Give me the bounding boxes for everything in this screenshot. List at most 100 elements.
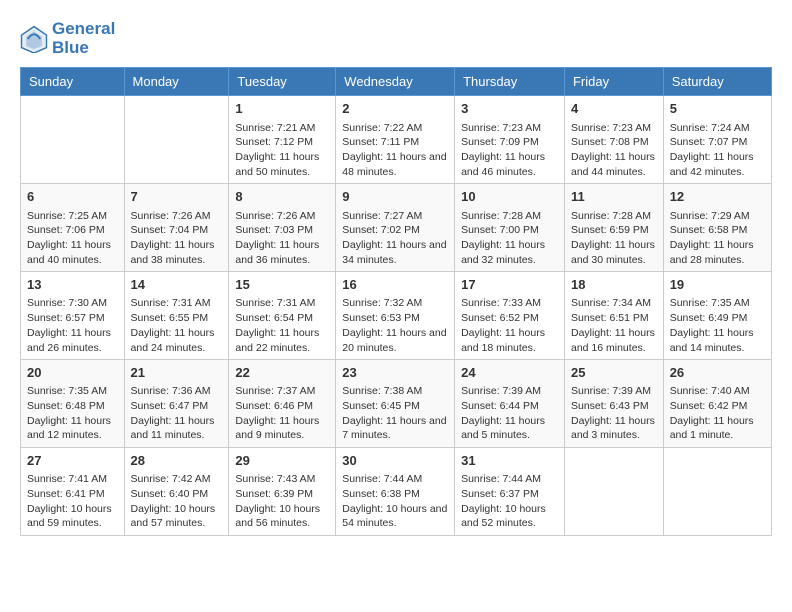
day-number: 17 <box>461 276 558 294</box>
day-number: 3 <box>461 100 558 118</box>
calendar-day-header: Monday <box>124 68 229 96</box>
logo-text: General Blue <box>52 20 115 57</box>
day-number: 30 <box>342 452 448 470</box>
day-info: Sunrise: 7:35 AM Sunset: 6:48 PM Dayligh… <box>27 384 118 443</box>
day-number: 26 <box>670 364 765 382</box>
day-number: 31 <box>461 452 558 470</box>
day-number: 11 <box>571 188 657 206</box>
day-info: Sunrise: 7:30 AM Sunset: 6:57 PM Dayligh… <box>27 296 118 355</box>
day-info: Sunrise: 7:42 AM Sunset: 6:40 PM Dayligh… <box>131 472 223 531</box>
logo: General Blue <box>20 20 115 57</box>
calendar-header-row: SundayMondayTuesdayWednesdayThursdayFrid… <box>21 68 772 96</box>
day-info: Sunrise: 7:33 AM Sunset: 6:52 PM Dayligh… <box>461 296 558 355</box>
day-number: 2 <box>342 100 448 118</box>
calendar-day-header: Friday <box>564 68 663 96</box>
calendar-cell: 9Sunrise: 7:27 AM Sunset: 7:02 PM Daylig… <box>336 184 455 272</box>
day-number: 20 <box>27 364 118 382</box>
calendar-day-header: Tuesday <box>229 68 336 96</box>
day-info: Sunrise: 7:44 AM Sunset: 6:37 PM Dayligh… <box>461 472 558 531</box>
calendar-cell: 5 Sunrise: 7:24 AM Sunset: 7:07 PM Daylig… <box>663 96 771 184</box>
day-number: 24 <box>461 364 558 382</box>
calendar-cell: 12 Sunrise: 7:29 AM Sunset: 6:58 PM Dayli… <box>663 184 771 272</box>
day-info: Sunrise: 7:41 AM Sunset: 6:41 PM Dayligh… <box>27 472 118 531</box>
calendar-cell: 10 Sunrise: 7:28 AM Sunset: 7:00 PM Dayli… <box>455 184 565 272</box>
calendar-cell <box>564 448 663 536</box>
day-number: 4 <box>571 100 657 118</box>
calendar-table: SundayMondayTuesdayWednesdayThursdayFrid… <box>20 67 772 536</box>
day-number: 15 <box>235 276 329 294</box>
calendar-day-header: Wednesday <box>336 68 455 96</box>
day-info: Sunrise: 7:34 AM Sunset: 6:51 PM Dayligh… <box>571 296 657 355</box>
day-info: Sunrise: 7:32 AM Sunset: 6:53 PM Dayligh… <box>342 296 448 355</box>
day-info: Sunrise: 7:21 AM Sunset: 7:12 PM Dayligh… <box>235 121 329 180</box>
day-info: Sunrise: 7:36 AM Sunset: 6:47 PM Dayligh… <box>131 384 223 443</box>
day-number: 10 <box>461 188 558 206</box>
day-number: 1 <box>235 100 329 118</box>
calendar-cell: 11 Sunrise: 7:28 AM Sunset: 6:59 PM Dayli… <box>564 184 663 272</box>
day-info: Sunrise: 7:22 AM Sunset: 7:11 PM Dayligh… <box>342 121 448 180</box>
calendar-cell: 14Sunrise: 7:31 AM Sunset: 6:55 PM Dayli… <box>124 272 229 360</box>
calendar-cell: 23Sunrise: 7:38 AM Sunset: 6:45 PM Dayli… <box>336 360 455 448</box>
calendar-cell: 26 Sunrise: 7:40 AM Sunset: 6:42 PM Dayli… <box>663 360 771 448</box>
day-number: 29 <box>235 452 329 470</box>
calendar-cell: 31 Sunrise: 7:44 AM Sunset: 6:37 PM Dayli… <box>455 448 565 536</box>
day-info: Sunrise: 7:38 AM Sunset: 6:45 PM Dayligh… <box>342 384 448 443</box>
day-info: Sunrise: 7:31 AM Sunset: 6:54 PM Dayligh… <box>235 296 329 355</box>
calendar-cell <box>663 448 771 536</box>
calendar-cell <box>21 96 125 184</box>
day-number: 13 <box>27 276 118 294</box>
calendar-cell: 28 Sunrise: 7:42 AM Sunset: 6:40 PM Dayli… <box>124 448 229 536</box>
day-info: Sunrise: 7:43 AM Sunset: 6:39 PM Dayligh… <box>235 472 329 531</box>
day-number: 27 <box>27 452 118 470</box>
calendar-cell: 17 Sunrise: 7:33 AM Sunset: 6:52 PM Dayli… <box>455 272 565 360</box>
day-info: Sunrise: 7:40 AM Sunset: 6:42 PM Dayligh… <box>670 384 765 443</box>
calendar-cell: 30Sunrise: 7:44 AM Sunset: 6:38 PM Dayli… <box>336 448 455 536</box>
calendar-cell: 1 Sunrise: 7:21 AM Sunset: 7:12 PM Daylig… <box>229 96 336 184</box>
day-info: Sunrise: 7:27 AM Sunset: 7:02 PM Dayligh… <box>342 209 448 268</box>
calendar-week-row: 20 Sunrise: 7:35 AM Sunset: 6:48 PM Dayli… <box>21 360 772 448</box>
day-info: Sunrise: 7:39 AM Sunset: 6:44 PM Dayligh… <box>461 384 558 443</box>
calendar-cell: 18 Sunrise: 7:34 AM Sunset: 6:51 PM Dayli… <box>564 272 663 360</box>
calendar-week-row: 13 Sunrise: 7:30 AM Sunset: 6:57 PM Dayli… <box>21 272 772 360</box>
day-info: Sunrise: 7:23 AM Sunset: 7:08 PM Dayligh… <box>571 121 657 180</box>
day-info: Sunrise: 7:25 AM Sunset: 7:06 PM Dayligh… <box>27 209 118 268</box>
calendar-cell: 15 Sunrise: 7:31 AM Sunset: 6:54 PM Dayli… <box>229 272 336 360</box>
day-info: Sunrise: 7:29 AM Sunset: 6:58 PM Dayligh… <box>670 209 765 268</box>
day-info: Sunrise: 7:28 AM Sunset: 7:00 PM Dayligh… <box>461 209 558 268</box>
day-number: 21 <box>131 364 223 382</box>
day-number: 6 <box>27 188 118 206</box>
day-number: 25 <box>571 364 657 382</box>
calendar-cell: 16Sunrise: 7:32 AM Sunset: 6:53 PM Dayli… <box>336 272 455 360</box>
day-info: Sunrise: 7:37 AM Sunset: 6:46 PM Dayligh… <box>235 384 329 443</box>
day-number: 28 <box>131 452 223 470</box>
day-number: 12 <box>670 188 765 206</box>
calendar-cell: 7 Sunrise: 7:26 AM Sunset: 7:04 PM Daylig… <box>124 184 229 272</box>
calendar-cell: 4 Sunrise: 7:23 AM Sunset: 7:08 PM Daylig… <box>564 96 663 184</box>
day-info: Sunrise: 7:39 AM Sunset: 6:43 PM Dayligh… <box>571 384 657 443</box>
calendar-cell: 25 Sunrise: 7:39 AM Sunset: 6:43 PM Dayli… <box>564 360 663 448</box>
day-info: Sunrise: 7:24 AM Sunset: 7:07 PM Dayligh… <box>670 121 765 180</box>
calendar-cell <box>124 96 229 184</box>
calendar-cell: 19Sunrise: 7:35 AM Sunset: 6:49 PM Dayli… <box>663 272 771 360</box>
calendar-cell: 22Sunrise: 7:37 AM Sunset: 6:46 PM Dayli… <box>229 360 336 448</box>
calendar-cell: 21 Sunrise: 7:36 AM Sunset: 6:47 PM Dayli… <box>124 360 229 448</box>
day-number: 5 <box>670 100 765 118</box>
calendar-day-header: Sunday <box>21 68 125 96</box>
calendar-day-header: Thursday <box>455 68 565 96</box>
day-info: Sunrise: 7:23 AM Sunset: 7:09 PM Dayligh… <box>461 121 558 180</box>
calendar-week-row: 27 Sunrise: 7:41 AM Sunset: 6:41 PM Dayli… <box>21 448 772 536</box>
day-number: 14 <box>131 276 223 294</box>
calendar-cell: 27 Sunrise: 7:41 AM Sunset: 6:41 PM Dayli… <box>21 448 125 536</box>
calendar-cell: 2 Sunrise: 7:22 AM Sunset: 7:11 PM Daylig… <box>336 96 455 184</box>
calendar-cell: 6 Sunrise: 7:25 AM Sunset: 7:06 PM Daylig… <box>21 184 125 272</box>
header: General Blue <box>20 20 772 57</box>
day-info: Sunrise: 7:28 AM Sunset: 6:59 PM Dayligh… <box>571 209 657 268</box>
day-number: 7 <box>131 188 223 206</box>
day-info: Sunrise: 7:26 AM Sunset: 7:04 PM Dayligh… <box>131 209 223 268</box>
day-number: 19 <box>670 276 765 294</box>
calendar-week-row: 6 Sunrise: 7:25 AM Sunset: 7:06 PM Daylig… <box>21 184 772 272</box>
calendar-cell: 13 Sunrise: 7:30 AM Sunset: 6:57 PM Dayli… <box>21 272 125 360</box>
logo-icon <box>20 25 48 53</box>
calendar-cell: 29 Sunrise: 7:43 AM Sunset: 6:39 PM Dayli… <box>229 448 336 536</box>
day-number: 18 <box>571 276 657 294</box>
